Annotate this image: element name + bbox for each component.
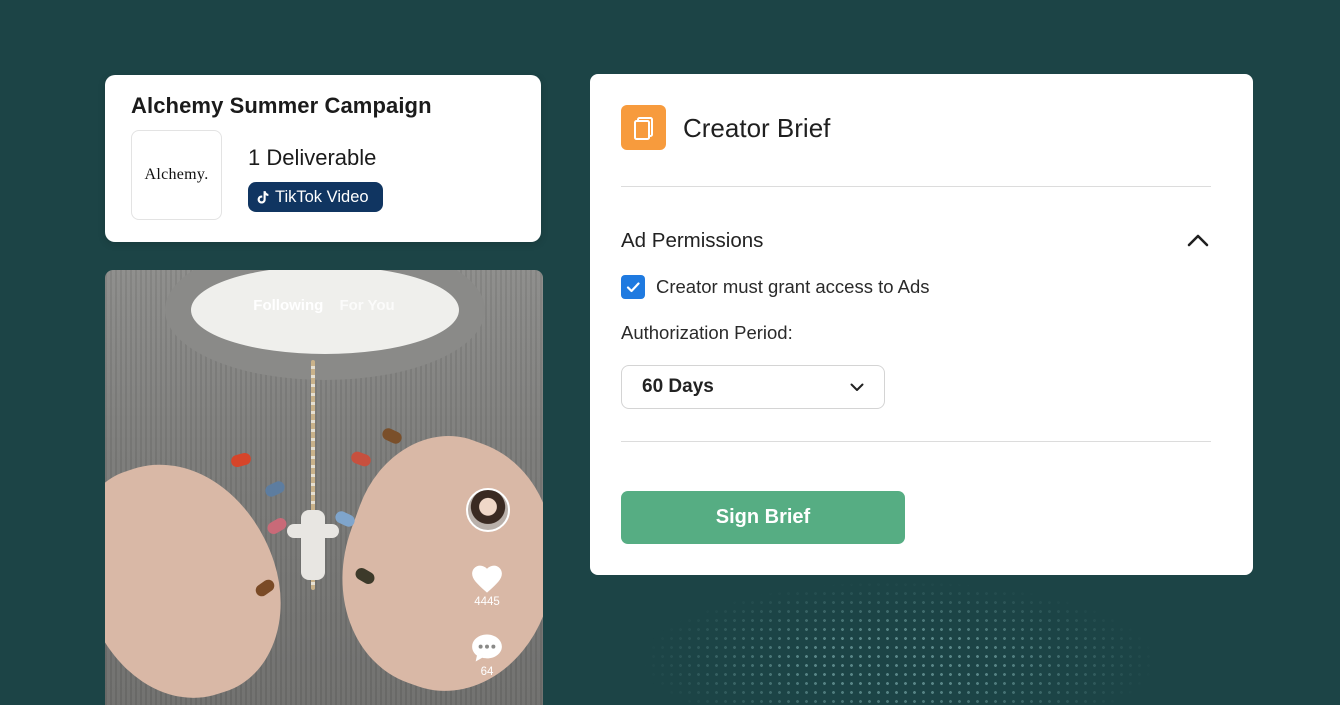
creator-brief-card: Creator Brief Ad Permissions Creator mus… bbox=[590, 74, 1253, 575]
nail bbox=[349, 449, 373, 469]
like-count: 4445 bbox=[474, 596, 500, 608]
brand-logo: Alchemy. bbox=[131, 130, 222, 220]
creator-avatar[interactable] bbox=[466, 488, 510, 532]
nail bbox=[229, 451, 253, 469]
divider bbox=[621, 441, 1211, 442]
tiktok-icon bbox=[257, 190, 269, 204]
deliverable-type-chip: TikTok Video bbox=[248, 182, 383, 212]
comment-icon bbox=[472, 634, 502, 662]
document-icon bbox=[621, 105, 666, 150]
like-action[interactable]: 4445 bbox=[467, 562, 507, 608]
necklace-pendant bbox=[287, 510, 339, 580]
nail bbox=[263, 479, 287, 499]
brief-title: Creator Brief bbox=[683, 113, 831, 143]
comment-count: 64 bbox=[480, 666, 494, 678]
sweater-collar bbox=[165, 270, 485, 380]
right-hand bbox=[308, 411, 543, 705]
video-preview[interactable]: Following For You 4445 64 bbox=[105, 270, 543, 705]
campaign-card: Alchemy Summer Campaign Alchemy. 1 Deliv… bbox=[105, 75, 541, 242]
grant-access-label[interactable]: Creator must grant access to Ads bbox=[656, 276, 930, 298]
nail bbox=[380, 426, 404, 446]
tab-for-you[interactable]: For You bbox=[339, 297, 394, 314]
chevron-up-icon bbox=[1187, 234, 1209, 247]
sign-brief-button[interactable]: Sign Brief bbox=[621, 491, 905, 544]
heart-icon bbox=[472, 565, 502, 593]
divider bbox=[621, 186, 1211, 187]
authorization-period-select[interactable]: 60 Days bbox=[621, 365, 885, 409]
chevron-down-icon bbox=[850, 383, 864, 391]
authorization-period-value: 60 Days bbox=[642, 376, 714, 397]
section-title-ad-permissions: Ad Permissions bbox=[621, 229, 764, 252]
deliverable-type-label: TikTok Video bbox=[275, 187, 369, 206]
collapse-toggle[interactable] bbox=[1186, 230, 1210, 250]
feed-tabs: Following For You bbox=[105, 297, 543, 314]
dot-pattern-decoration bbox=[640, 580, 1160, 705]
tab-following[interactable]: Following bbox=[253, 297, 323, 314]
checkmark-icon bbox=[626, 282, 640, 293]
campaign-title: Alchemy Summer Campaign bbox=[131, 93, 432, 118]
left-hand bbox=[105, 436, 308, 705]
deliverable-count: 1 Deliverable bbox=[248, 145, 377, 170]
authorization-period-label: Authorization Period: bbox=[621, 322, 793, 343]
grant-access-checkbox[interactable] bbox=[621, 275, 645, 299]
comment-action[interactable]: 64 bbox=[467, 632, 507, 678]
nail bbox=[265, 515, 289, 537]
